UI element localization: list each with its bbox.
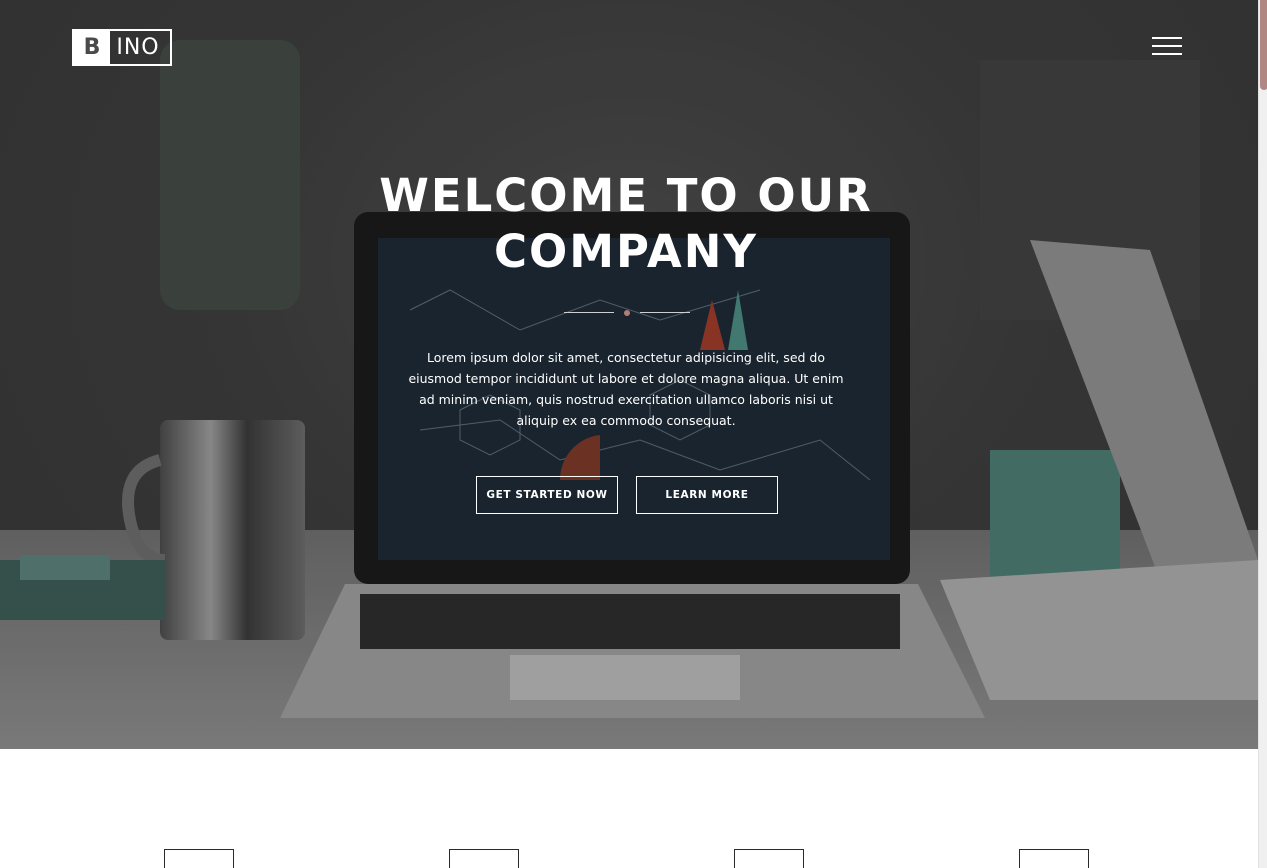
learn-more-button[interactable]: LEARN MORE [636,476,778,514]
logo-initial: B [74,31,110,64]
divider-line [640,312,690,313]
logo-text: INO [116,35,160,60]
divider-line [564,312,614,313]
page-scrollbar[interactable] [1258,0,1267,868]
hero-description: Lorem ipsum dolor sit amet, consectetur … [408,350,844,428]
title-divider [563,306,691,318]
hamburger-menu-icon[interactable] [1150,36,1184,56]
hero-title: WELCOME TO OUR COMPANY [379,169,873,278]
feature-box [1019,849,1089,868]
menu-bar [1152,37,1182,39]
divider-dot-icon [624,310,630,316]
page: B INO WELCOME TO OUR COMPANY Lorem ipsum… [0,0,1267,868]
feature-box [164,849,234,868]
menu-bar [1152,53,1182,55]
hero-section: B INO WELCOME TO OUR COMPANY Lorem ipsum… [0,0,1258,749]
feature-box [734,849,804,868]
site-logo[interactable]: B INO [72,29,172,66]
scrollbar-thumb[interactable] [1260,0,1267,90]
menu-bar [1152,45,1182,47]
get-started-button[interactable]: GET STARTED NOW [476,476,618,514]
feature-box [449,849,519,868]
